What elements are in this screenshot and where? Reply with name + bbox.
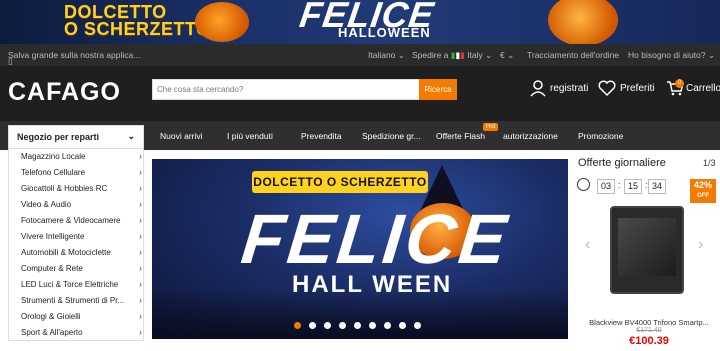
cart-link[interactable]: Carrello bbox=[686, 83, 720, 94]
alarm-clock-icon bbox=[577, 178, 590, 191]
app-promo-link[interactable]: ▯ Salva grande sulla nostra applica... bbox=[8, 50, 140, 66]
category-item[interactable]: Fotocamere & Videocamere bbox=[21, 216, 120, 225]
search-input[interactable]: Che cosa sta cercando? bbox=[152, 79, 420, 100]
category-item[interactable]: Computer & Rete bbox=[21, 264, 83, 273]
product-image[interactable] bbox=[610, 206, 684, 294]
chevron-down-icon: ⌄ bbox=[127, 131, 135, 141]
discount-label: OFF bbox=[697, 193, 709, 199]
carousel-dot[interactable] bbox=[414, 322, 421, 329]
category-item[interactable]: Giocattoli & Hobbies RC bbox=[21, 184, 107, 193]
carousel-dot[interactable] bbox=[294, 322, 301, 329]
carousel-dot[interactable] bbox=[309, 322, 316, 329]
timer-hours: 03 bbox=[597, 179, 615, 194]
chevron-right-icon: › bbox=[139, 311, 142, 321]
currency-select[interactable]: € ⌄ bbox=[500, 50, 514, 61]
order-tracking-link[interactable]: Tracciamento dell'ordine bbox=[527, 50, 619, 60]
heart-icon[interactable] bbox=[598, 79, 616, 97]
register-link[interactable]: registrati bbox=[550, 83, 588, 94]
category-item[interactable]: Magazzino Locale bbox=[21, 152, 85, 161]
hot-badge: Hot bbox=[483, 123, 499, 131]
product-old-price: €171.40 bbox=[636, 327, 662, 334]
nav-new-arrivals[interactable]: Nuovi arrivi bbox=[160, 131, 203, 141]
hero-graveyard bbox=[152, 289, 568, 339]
phone-screen bbox=[618, 218, 676, 276]
hero-top-label: DOLCETTO O SCHERZETTO bbox=[252, 171, 428, 193]
discount-badge: 42% OFF bbox=[690, 179, 716, 203]
category-item[interactable]: Vivere Intelligente bbox=[21, 232, 84, 241]
discount-value: 42% bbox=[693, 180, 712, 190]
timer-minutes: 15 bbox=[624, 179, 642, 194]
product-name[interactable]: Blackview BV4000 Trifono Smartp... bbox=[578, 318, 720, 327]
language-select[interactable]: Italiano ⌄ bbox=[368, 50, 405, 61]
carousel-dot[interactable] bbox=[399, 322, 406, 329]
product-price: €100.39 bbox=[629, 335, 669, 347]
chevron-right-icon: › bbox=[139, 327, 142, 337]
pumpkin-icon bbox=[195, 2, 249, 42]
chevron-right-icon[interactable]: › bbox=[698, 236, 703, 254]
nav-authorization[interactable]: autorizzazione bbox=[503, 131, 558, 141]
search-button[interactable]: Ricerca bbox=[419, 79, 457, 100]
category-item[interactable]: Telefono Cellulare bbox=[21, 168, 85, 177]
chevron-left-icon[interactable]: ‹ bbox=[585, 236, 590, 254]
chevron-right-icon: › bbox=[139, 215, 142, 225]
banner-left-text: DOLCETTO O SCHERZETTO bbox=[64, 3, 211, 39]
top-promo-banner[interactable]: DOLCETTO O SCHERZETTO FELICE HALLOWEEN bbox=[0, 0, 720, 44]
category-item[interactable]: Strumenti & Strumenti di Pr... bbox=[21, 296, 124, 305]
carousel-dot[interactable] bbox=[324, 322, 331, 329]
banner-subtitle: HALLOWEEN bbox=[338, 25, 431, 40]
category-item[interactable]: Sport & All'aperto bbox=[21, 328, 83, 337]
nav-best-sellers[interactable]: I più venduti bbox=[227, 131, 273, 141]
category-item[interactable]: LED Luci & Torce Elettriche bbox=[21, 280, 118, 289]
chevron-right-icon: › bbox=[139, 263, 142, 273]
chevron-right-icon: › bbox=[139, 167, 142, 177]
chevron-right-icon: › bbox=[139, 247, 142, 257]
nav-flash-deals[interactable]: Offerte Flash bbox=[436, 131, 485, 141]
utility-bar: ▯ Salva grande sulla nostra applica... I… bbox=[0, 44, 720, 66]
category-list: Magazzino Locale › Telefono Cellulare › Gi… bbox=[8, 149, 144, 341]
carousel-dot[interactable] bbox=[384, 322, 391, 329]
carousel-dot[interactable] bbox=[354, 322, 361, 329]
chevron-right-icon: › bbox=[139, 199, 142, 209]
category-dropdown-label: Negozio per reparti bbox=[17, 132, 100, 142]
carousel-dot[interactable] bbox=[339, 322, 346, 329]
nav-free-shipping[interactable]: Spedizione gr... bbox=[362, 131, 421, 141]
ship-to-select[interactable]: Spedire a ▮▮▮ Italy ⌄ bbox=[412, 50, 492, 61]
user-icon[interactable] bbox=[529, 79, 547, 97]
nav-promotion[interactable]: Promozione bbox=[578, 131, 623, 141]
category-item[interactable]: Automobili & Motociclette bbox=[21, 248, 111, 257]
daily-deals-title: Offerte giornaliere bbox=[578, 157, 666, 169]
category-item[interactable]: Video & Audio bbox=[21, 200, 71, 209]
deals-page-indicator: 1/3 bbox=[703, 158, 716, 168]
category-item[interactable]: Orologi & Gioielli bbox=[21, 312, 81, 321]
pumpkin-icon bbox=[548, 0, 618, 44]
chevron-right-icon: › bbox=[139, 279, 142, 289]
main-header: CAFAGO Che cosa sta cercando? Ricerca re… bbox=[0, 66, 720, 121]
site-logo[interactable]: CAFAGO bbox=[8, 78, 121, 107]
nav-presale[interactable]: Prevendita bbox=[301, 131, 342, 141]
category-dropdown[interactable]: Negozio per reparti ⌄ bbox=[8, 125, 144, 149]
hero-carousel[interactable]: DOLCETTO O SCHERZETTO FELICE HALL WEEN bbox=[152, 159, 568, 339]
cart-count-badge: 0 bbox=[675, 79, 684, 88]
hero-title: FELICE bbox=[237, 200, 514, 278]
chevron-right-icon: › bbox=[139, 295, 142, 305]
chevron-right-icon: › bbox=[139, 231, 142, 241]
timer-seconds: 34 bbox=[648, 179, 666, 194]
chevron-right-icon: › bbox=[139, 151, 142, 161]
chevron-right-icon: › bbox=[139, 183, 142, 193]
banner-left-line: O SCHERZETTO bbox=[64, 19, 211, 39]
wishlist-link[interactable]: Preferiti bbox=[620, 83, 654, 94]
help-menu[interactable]: Ho bisogno di aiuto? ⌄ bbox=[628, 50, 715, 61]
carousel-dot[interactable] bbox=[369, 322, 376, 329]
